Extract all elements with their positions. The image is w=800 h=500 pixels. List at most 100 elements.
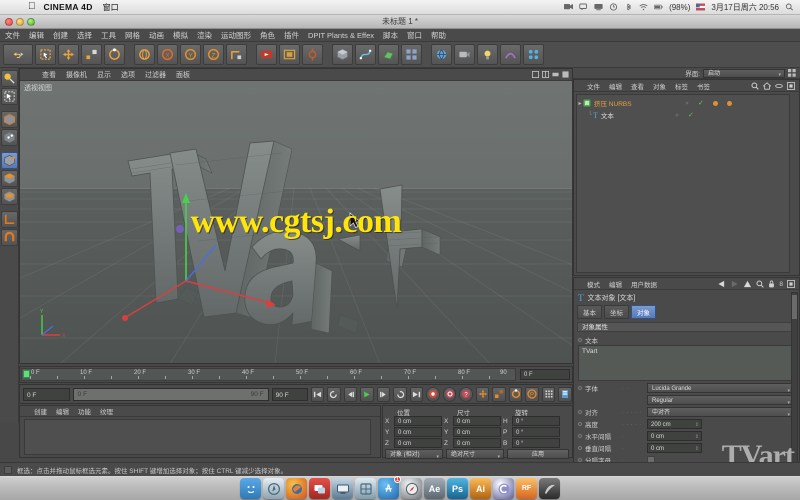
phong-tag-icon[interactable] [712, 100, 718, 106]
coord-size-y-field[interactable]: 0 cm [453, 427, 501, 437]
material-menu-create[interactable]: 创建 [34, 406, 47, 416]
coord-size-z-field[interactable]: 0 cm [453, 438, 501, 448]
step-back-button[interactable] [343, 386, 358, 402]
coord-pos-y-field[interactable]: 0 cm [394, 427, 442, 437]
move-tool-button-left[interactable] [0, 111, 18, 128]
object-manager[interactable]: 文件 编辑 查看 对象 标签 书签 ▸ 挤压 NURBS ✓ └ T 文本 ✓ [573, 79, 800, 276]
render-region-button[interactable] [279, 44, 300, 65]
enabled-check-2[interactable]: ✓ [688, 111, 694, 119]
menu-help[interactable]: 帮助 [431, 30, 446, 41]
object-menu-tags[interactable]: 标签 [675, 81, 688, 91]
dock-item-dashboard[interactable] [263, 478, 284, 499]
keyframe-dot-hspacing[interactable] [578, 433, 582, 438]
attribute-menu-userdata[interactable]: 用户数据 [631, 279, 657, 289]
coord-mode-dropdown[interactable]: 对象 (相对) ▾ [385, 449, 443, 460]
viewport-canvas[interactable]: 透视视图 Y X www.cgtsj.com [20, 81, 572, 363]
parametric-key-button[interactable]: P [525, 386, 539, 402]
vertical-spacing-field[interactable]: 0 cm ⇕ [647, 442, 702, 454]
go-to-end-button[interactable] [409, 386, 424, 402]
timemachine-icon[interactable] [609, 3, 618, 11]
align-dropdown[interactable]: 中对齐 ▾ [647, 406, 794, 418]
record-keyframe-button[interactable] [426, 386, 440, 402]
selection-live-button[interactable] [0, 70, 18, 87]
mograph-button[interactable] [523, 44, 544, 65]
viewport-menu-camera[interactable]: 摄像机 [66, 70, 87, 80]
dock-item-illustrator[interactable]: Ai [470, 478, 491, 499]
menu-render[interactable]: 渲染 [197, 30, 212, 41]
dock-item-screen-sharing[interactable] [309, 478, 330, 499]
object-mode-button[interactable] [0, 170, 18, 187]
dock-item-nuke[interactable] [539, 478, 560, 499]
menu-script[interactable]: 脚本 [383, 30, 398, 41]
frame-range-slider[interactable]: 0 F 90 F [72, 387, 269, 401]
deformer-button[interactable] [500, 44, 521, 65]
light-button[interactable] [477, 44, 498, 65]
dock-item-photoshop[interactable]: Ps [447, 478, 468, 499]
material-menu-function[interactable]: 功能 [78, 406, 91, 416]
viewport-menu-panel[interactable]: 面板 [176, 70, 190, 80]
viewport-panel[interactable]: 查看 摄像机 显示 选项 过滤器 面板 透视视图 Y X www.cgtsj.c… [19, 68, 573, 364]
timeline-track[interactable]: 0 F 10 F 20 F 30 F 40 F 50 F 60 F 70 F 8… [21, 368, 516, 381]
scale-tool-button[interactable] [81, 44, 102, 65]
keyframe-dot-vspacing[interactable] [578, 445, 582, 450]
view-single-icon[interactable] [532, 71, 539, 78]
select-live-button[interactable] [35, 44, 56, 65]
menu-simulate[interactable]: 模拟 [173, 30, 188, 41]
screencast-icon[interactable] [564, 3, 574, 11]
dock-item-safari[interactable] [401, 478, 422, 499]
keyframe-select-button[interactable]: ? [459, 386, 473, 402]
coord-pos-x-field[interactable]: 0 cm [394, 416, 442, 426]
object-menu-edit[interactable]: 编辑 [609, 81, 622, 91]
maximize-icon[interactable] [787, 82, 795, 90]
visible-editor-dot-2[interactable] [675, 113, 679, 117]
keyframe-dot-font[interactable] [578, 385, 582, 390]
display-icon[interactable] [594, 3, 603, 11]
dock-item-rapid-flow[interactable]: RF [516, 478, 537, 499]
scale-key-button[interactable] [492, 386, 506, 402]
keyframe-dot-align[interactable] [578, 409, 582, 414]
view-split-icon[interactable] [542, 71, 549, 78]
keyframe-dot-height[interactable] [578, 421, 582, 426]
apple-icon[interactable]:  [28, 2, 36, 12]
tab-object[interactable]: 对象 [631, 305, 656, 319]
object-menu-bookmarks[interactable]: 书签 [697, 81, 710, 91]
stepper-icon-height[interactable]: ⇕ [695, 420, 699, 430]
world-axis-button[interactable] [134, 44, 155, 65]
spotlight-search-icon[interactable] [785, 3, 794, 11]
object-row-text[interactable]: └ T 文本 ✓ [577, 109, 789, 121]
timeline-ruler[interactable]: 0 F 10 F 20 F 30 F 40 F 50 F 60 F 70 F 8… [19, 366, 573, 383]
menu-select[interactable]: 选择 [77, 30, 92, 41]
menu-create[interactable]: 创建 [53, 30, 68, 41]
dock-item-utility[interactable] [355, 478, 376, 499]
undo-redo-group[interactable] [3, 44, 33, 65]
magnet-tool-button[interactable] [0, 229, 18, 246]
menu-mograph[interactable]: 运动图形 [221, 30, 251, 41]
macos-menu-window[interactable]: 窗口 [103, 2, 119, 13]
go-to-start-button[interactable] [310, 386, 325, 402]
tab-coordinates[interactable]: 坐标 [604, 305, 629, 319]
cube-primitive-button[interactable] [332, 44, 353, 65]
coord-apply-button[interactable]: 应用 [507, 449, 569, 459]
text-content-input[interactable]: TVart [578, 345, 795, 381]
font-family-dropdown[interactable]: Lucida Grande ▾ [647, 382, 794, 394]
cursor-mode-icon[interactable] [4, 465, 12, 474]
viewport-menu-view[interactable]: 查看 [42, 70, 56, 80]
camera-button[interactable] [454, 44, 475, 65]
object-row-extrude[interactable]: ▸ 挤压 NURBS ✓ [577, 97, 789, 109]
rotation-key-button[interactable] [508, 386, 523, 402]
font-style-dropdown[interactable]: Regular ▾ [647, 394, 794, 406]
keyframe-dot-text[interactable] [578, 337, 582, 342]
layout-grid-icon[interactable] [788, 69, 796, 77]
scene-button[interactable] [431, 44, 452, 65]
pin-icon[interactable] [787, 280, 795, 288]
menu-edit[interactable]: 编辑 [29, 30, 44, 41]
coord-rot-b-field[interactable]: 0 ° [512, 438, 560, 448]
stepper-icon-hspacing[interactable]: ⇕ [695, 432, 699, 442]
move-tool-button[interactable] [58, 44, 79, 65]
dock-item-app-store[interactable]: 1 [378, 476, 401, 499]
bluetooth-icon[interactable] [624, 3, 633, 11]
visible-editor-dot-1[interactable] [685, 101, 689, 105]
stepper-icon-vspacing[interactable]: ⇕ [695, 444, 699, 454]
search-icon-attr[interactable] [756, 280, 765, 288]
tab-basic[interactable]: 基本 [577, 305, 602, 319]
